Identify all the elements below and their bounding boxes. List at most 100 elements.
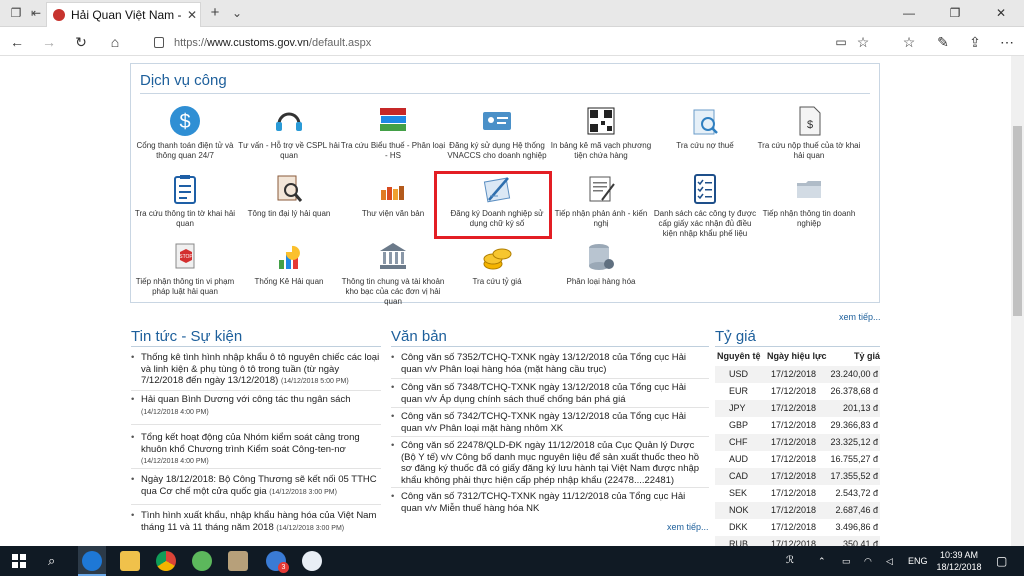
wifi-icon[interactable]: ◠ — [864, 546, 872, 576]
fx-rate: 3.496,86 đ — [835, 522, 878, 532]
web-note-pen-icon[interactable]: ✎ — [934, 33, 952, 51]
close-window-icon[interactable]: ✕ — [978, 0, 1024, 27]
doc-text: Công văn số 7352/TCHQ-TXNK ngày 13/12/20… — [401, 352, 686, 375]
reading-view-icon[interactable]: ▭ — [832, 33, 850, 51]
show-hidden-icons-chevron-icon[interactable]: ⌃ — [818, 546, 826, 576]
more-menu-icon[interactable]: ⋯ — [998, 33, 1016, 51]
fx-currency: NOK — [729, 505, 749, 515]
fx-rate: 16.755,27 đ — [830, 454, 878, 464]
edge-taskbar-button[interactable] — [78, 546, 106, 576]
doc-item[interactable]: Công văn số 22478/QLD-ĐK ngày 11/12/2018… — [391, 440, 709, 486]
search-icon[interactable]: ⌕ — [48, 546, 55, 576]
maximize-icon[interactable]: ❐ — [932, 0, 978, 27]
refresh-icon[interactable]: ↻ — [72, 33, 90, 51]
back-arrow-icon[interactable]: ← — [8, 33, 26, 51]
feedback-icon — [589, 176, 615, 202]
fx-currency: JPY — [729, 403, 746, 413]
set-aside-tabs-icon[interactable]: ⇤ — [28, 5, 44, 21]
service-label: Tra cứu Biểu thuế - Phân loại - HS — [340, 141, 446, 160]
fx-rate: 26.378,68 đ — [830, 386, 878, 396]
docs-more-link[interactable]: xem tiếp... — [667, 522, 709, 532]
page-scrollbar[interactable] — [1011, 56, 1024, 546]
news-time: (14/12/2018 3:00 PM) — [276, 524, 345, 532]
close-tab-icon[interactable]: ✕ — [184, 8, 200, 22]
service-item[interactable]: Tư vấn - Hỗ trợ về CSPL hải quan — [235, 104, 343, 161]
fx-row: JPY 17/12/2018 201,13 đ — [715, 400, 880, 417]
doc-item[interactable]: Công văn số 7348/TCHQ-TXNK ngày 13/12/20… — [391, 382, 709, 405]
services-title: Dịch vụ công — [140, 72, 227, 89]
minimize-icon[interactable]: — — [886, 0, 932, 27]
app-icon[interactable] — [302, 551, 322, 571]
services-more-link[interactable]: xem tiếp... — [839, 312, 881, 322]
service-item[interactable]: Danh sách các công ty được cấp giấy xác … — [651, 172, 759, 239]
doc-item[interactable]: Công văn số 7342/TCHQ-TXNK ngày 13/12/20… — [391, 411, 709, 434]
service-item[interactable]: Tra cứu Biểu thuế - Phân loại - HS — [339, 104, 447, 161]
news-item[interactable]: Ngày 18/12/2018: Bộ Công Thương sẽ kết n… — [131, 474, 383, 498]
app-icon[interactable] — [228, 551, 248, 571]
service-item[interactable]: $ Cổng thanh toán điện tử và thông quan … — [131, 104, 239, 161]
service-item[interactable]: Tiếp nhận thông tin doanh nghiệp — [755, 172, 863, 229]
edge-icon — [82, 551, 102, 571]
news-item[interactable]: Thống kê tình hình nhập khẩu ô tô nguyên… — [131, 352, 383, 388]
news-item[interactable]: Hải quan Bình Dương với công tác thu ngâ… — [131, 394, 383, 418]
service-item[interactable]: Đăng ký sử dụng Hệ thống VNACCS cho doan… — [443, 104, 551, 161]
forward-arrow-icon[interactable]: → — [40, 33, 58, 51]
clock-time: 10:39 AM — [939, 550, 979, 560]
service-item[interactable]: STOP Tiếp nhận thông tin vi phạm pháp lu… — [131, 240, 239, 297]
news-item[interactable]: Tình hình xuất khẩu, nhập khẩu hàng hóa … — [131, 510, 383, 534]
scrollbar-thumb[interactable] — [1013, 126, 1022, 316]
fx-rate: 29.366,83 đ — [830, 420, 878, 430]
fx-row: DKK 17/12/2018 3.496,86 đ — [715, 519, 880, 536]
service-item[interactable]: Phân loại hàng hóa — [547, 240, 655, 287]
chart-icon — [279, 245, 300, 269]
battery-icon[interactable]: ▭ — [842, 546, 851, 576]
home-icon[interactable]: ⌂ — [106, 33, 124, 51]
fx-rate: 2.543,72 đ — [835, 488, 878, 498]
highlight-box — [434, 171, 552, 239]
fx-date: 17/12/2018 — [771, 488, 817, 498]
fx-row: GBP 17/12/2018 29.366,83 đ — [715, 417, 880, 434]
tab-list-icon[interactable]: ❐ — [8, 5, 24, 21]
service-item[interactable]: Tra cứu thông tin tờ khai hải quan — [131, 172, 239, 229]
public-services-panel: Dịch vụ công $ Cổng thanh toán điện tử v… — [130, 63, 880, 306]
volume-icon[interactable]: ◁ — [886, 546, 893, 576]
docs-title: Văn bản — [391, 328, 447, 345]
news-time: (14/12/2018 3:00 PM) — [269, 488, 337, 496]
chat-app-icon[interactable]: 3 — [266, 551, 289, 573]
service-label: Danh sách các công ty được cấp giấy xác … — [653, 209, 757, 238]
doc-item[interactable]: Công văn số 7312/TCHQ-TXNK ngày 11/12/20… — [391, 491, 709, 514]
chrome-icon[interactable] — [156, 551, 176, 571]
service-item[interactable]: In bảng kê mã vạch phương tiện chứa hàng — [547, 104, 655, 161]
service-item[interactable]: Tra cứu tỷ giá — [443, 240, 551, 287]
app-icon[interactable] — [192, 551, 212, 571]
favorite-star-icon[interactable]: ☆ — [854, 33, 872, 51]
new-tab-icon[interactable]: + — [207, 5, 223, 21]
windows-start-icon[interactable] — [12, 554, 26, 568]
doc-item[interactable]: Công văn số 7352/TCHQ-TXNK ngày 13/12/20… — [391, 352, 709, 375]
books-icon — [380, 108, 406, 131]
file-explorer-icon[interactable] — [120, 551, 140, 571]
service-item[interactable]: Thư viện văn bản — [339, 172, 447, 219]
favorites-hub-icon[interactable]: ☆ — [900, 33, 918, 51]
news-item[interactable]: Tổng kết hoạt động của Nhóm kiểm soát cả… — [131, 432, 383, 468]
service-item[interactable]: Tông tin đại lý hải quan — [235, 172, 343, 219]
tab-preview-chevron-icon[interactable]: ⌄ — [229, 5, 245, 21]
news-separator — [131, 504, 381, 505]
service-item[interactable]: Thông tin chung và tài khoản kho bạc của… — [339, 240, 447, 307]
service-item[interactable]: Tiếp nhận phản ánh - kiến nghị — [547, 172, 655, 229]
fx-rate: 2.687,46 đ — [835, 505, 878, 515]
url-domain: www.customs.gov.vn — [207, 37, 309, 49]
address-bar[interactable]: https://www.customs.gov.vn/default.aspx — [145, 31, 875, 53]
share-icon[interactable]: ⇪ — [966, 33, 984, 51]
browser-tab[interactable]: Hải Quan Việt Nam - Gc ✕ — [46, 2, 201, 27]
service-label: Tiếp nhận thông tin doanh nghiệp — [762, 209, 856, 228]
people-icon[interactable]: ℛ — [786, 546, 794, 576]
fx-title: Tỷ giá — [715, 328, 756, 345]
fx-row: EUR 17/12/2018 26.378,68 đ — [715, 383, 880, 400]
service-item[interactable]: Thống Kê Hải quan — [235, 240, 343, 287]
service-item[interactable]: Tra cứu nợ thuế — [651, 104, 759, 151]
language-indicator[interactable]: ENG — [908, 546, 928, 576]
action-center-icon[interactable]: ▢ — [996, 546, 1007, 576]
clock[interactable]: 10:39 AM 18/12/2018 — [936, 546, 982, 576]
service-item[interactable]: $ Tra cứu nộp thuế của tờ khai hải quan — [755, 104, 863, 161]
